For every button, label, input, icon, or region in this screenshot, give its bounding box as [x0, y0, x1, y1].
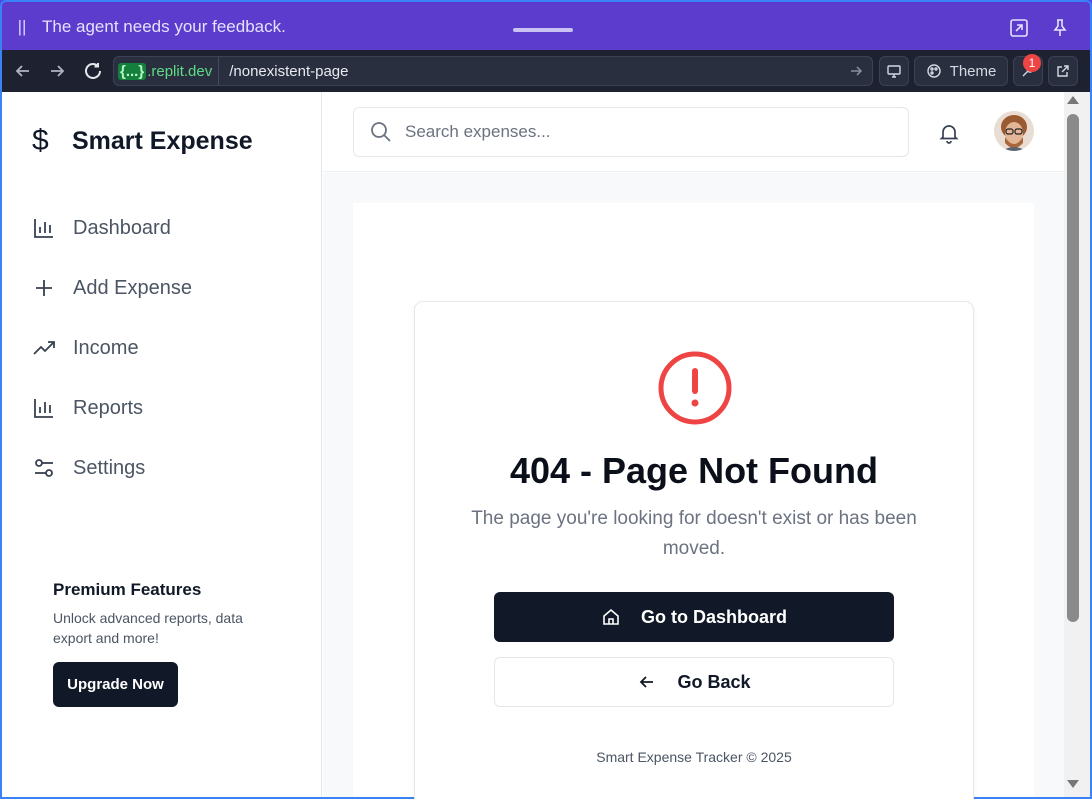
sidebar-item-reports[interactable]: Reports [32, 390, 143, 426]
url-domain: .replit.dev [147, 62, 213, 80]
browser-toolbar: {...} .replit.dev /nonexistent-page Them… [0, 50, 1092, 92]
brand-name: Smart Expense [72, 126, 253, 155]
pin-icon[interactable] [1050, 18, 1070, 38]
alert-circle-icon [658, 351, 732, 425]
pause-icon[interactable]: || [2, 17, 42, 37]
bar-chart-icon [34, 219, 53, 238]
avatar[interactable] [994, 111, 1034, 151]
avatar-image [994, 111, 1034, 151]
not-found-card: 404 - Page Not Found The page you're loo… [414, 301, 974, 799]
search-icon [371, 122, 391, 142]
main-content: 404 - Page Not Found The page you're loo… [323, 173, 1064, 799]
agent-feedback-banner: || The agent needs your feedback. [0, 0, 1092, 52]
go-back-button[interactable]: Go Back [494, 657, 894, 707]
open-external-button[interactable] [1048, 56, 1078, 86]
devtools-button[interactable] [879, 56, 909, 86]
agent-message: The agent needs your feedback. [42, 17, 286, 36]
url-path: /nonexistent-page [229, 62, 349, 80]
sidebar-item-label: Income [73, 336, 139, 359]
expand-icon[interactable] [1009, 18, 1029, 38]
footer-text: Smart Expense Tracker © 2025 [596, 749, 792, 765]
url-bar[interactable]: {...} .replit.dev /nonexistent-page [113, 56, 873, 86]
go-arrow-icon[interactable] [848, 63, 864, 79]
go-to-dashboard-label: Go to Dashboard [640, 606, 787, 627]
trending-up-icon [33, 341, 55, 355]
page-title: 404 - Page Not Found [509, 450, 879, 491]
sidebar-item-income[interactable]: Income [32, 330, 139, 366]
content-panel: 404 - Page Not Found The page you're loo… [353, 203, 1034, 799]
sidebar-item-label: Reports [73, 396, 144, 419]
sidebar-item-label: Dashboard [73, 216, 171, 239]
go-back-label: Go Back [677, 671, 751, 692]
sidebar-item-add-expense[interactable]: Add Expense [32, 270, 192, 306]
url-host-badge: {...} [118, 62, 147, 80]
scroll-down-arrow-icon[interactable] [1067, 780, 1079, 788]
back-arrow-icon[interactable] [12, 60, 34, 82]
url-host: {...} .replit.dev [114, 57, 220, 85]
premium-title: Premium Features [53, 580, 202, 599]
error-message: The page you're looking for doesn't exis… [471, 508, 917, 559]
plus-icon [36, 280, 52, 296]
sliders-icon [35, 459, 53, 477]
notification-badge: 1 [1023, 54, 1041, 72]
theme-label: Theme [949, 62, 997, 80]
bar-chart-icon [34, 399, 53, 418]
home-icon [603, 608, 619, 625]
monitor-icon [887, 65, 901, 78]
search-input[interactable] [405, 122, 885, 142]
upgrade-button[interactable]: Upgrade Now [53, 662, 178, 707]
top-bar [323, 92, 1064, 172]
scroll-up-arrow-icon[interactable] [1067, 96, 1079, 104]
sidebar-item-label: Settings [73, 456, 146, 479]
drag-handle[interactable] [513, 28, 573, 32]
go-to-dashboard-button[interactable]: Go to Dashboard [494, 592, 894, 642]
scrollbar[interactable] [1064, 92, 1090, 797]
sidebar: $ Smart Expense Dashboard Add Expense In… [2, 92, 322, 797]
premium-description: Unlock advanced reports, data export and… [53, 610, 243, 646]
sidebar-item-label: Add Expense [73, 276, 192, 299]
palette-icon [926, 64, 941, 78]
external-link-icon [1057, 65, 1069, 77]
search-box[interactable] [353, 107, 909, 157]
bell-icon[interactable] [938, 122, 960, 144]
scrollbar-thumb[interactable] [1067, 114, 1079, 622]
brand[interactable]: $ Smart Expense [32, 124, 253, 158]
forward-arrow-icon[interactable] [46, 60, 68, 82]
sidebar-item-dashboard[interactable]: Dashboard [32, 210, 171, 246]
app-viewport: $ Smart Expense Dashboard Add Expense In… [0, 92, 1092, 799]
dollar-icon: $ [32, 124, 49, 157]
sidebar-item-settings[interactable]: Settings [32, 450, 145, 486]
arrow-left-icon [640, 676, 654, 688]
theme-button[interactable]: Theme [914, 56, 1008, 86]
reload-icon[interactable] [82, 60, 104, 82]
